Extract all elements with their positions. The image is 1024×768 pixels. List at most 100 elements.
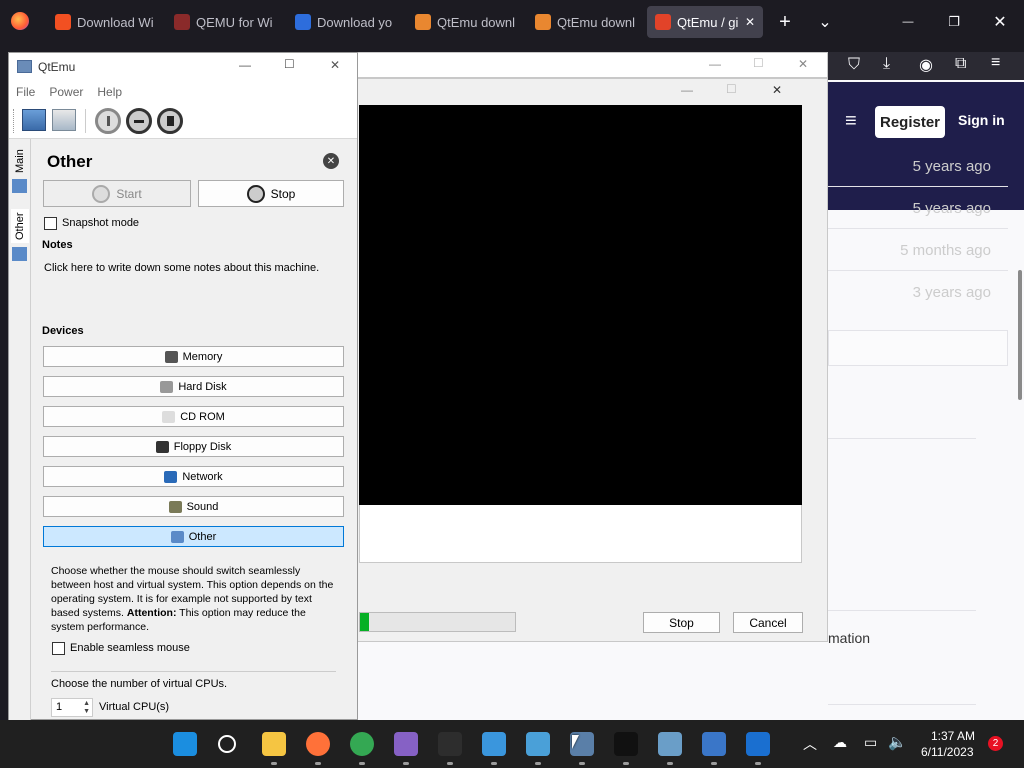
close-icon[interactable]: ✕	[772, 83, 782, 97]
seamless-mouse-checkbox[interactable]	[52, 642, 65, 655]
vm-display[interactable]	[359, 105, 802, 505]
tab-label: QtEmu downl	[437, 14, 516, 30]
start-button[interactable]: Start	[43, 180, 191, 207]
minimize-icon[interactable]: —	[709, 57, 721, 71]
computer-icon	[170, 530, 184, 543]
running-indicator	[623, 762, 629, 765]
menu-help[interactable]: Help	[97, 85, 122, 99]
device-button-other[interactable]: Other	[43, 526, 344, 547]
snapshot-mode-checkbox[interactable]	[44, 217, 57, 230]
register-button[interactable]: Register	[875, 106, 945, 138]
close-icon[interactable]: ✕	[330, 58, 340, 72]
new-tab-button[interactable]: +	[771, 8, 799, 36]
tab[interactable]: QtEmu / gi ✕	[647, 6, 763, 38]
terminal-icon[interactable]	[438, 732, 462, 756]
new-machine-icon[interactable]	[22, 109, 46, 131]
photos-icon[interactable]	[658, 732, 682, 756]
close-tab-icon[interactable]: ✕	[745, 15, 755, 29]
hamburger-menu-icon[interactable]: ≡	[845, 110, 857, 133]
device-button-memory[interactable]: Memory	[43, 346, 344, 367]
extensions-icon[interactable]: ⧉	[955, 55, 966, 73]
firefox-logo-icon[interactable]	[11, 12, 29, 30]
stop-button[interactable]: Stop	[643, 612, 720, 633]
menu-power[interactable]: Power	[49, 85, 83, 99]
clock-date[interactable]: 6/11/2023	[921, 745, 974, 759]
firefox-icon[interactable]	[306, 732, 330, 756]
vm-log-area[interactable]	[359, 505, 802, 563]
tab-other[interactable]: Other	[11, 209, 29, 243]
settings-machine-icon[interactable]	[52, 109, 76, 131]
network-status-icon[interactable]: ☁	[833, 734, 847, 751]
visual-studio-icon[interactable]	[394, 732, 418, 756]
background-window-frame: — ☐ ✕	[356, 52, 828, 78]
remote-desktop-icon[interactable]	[702, 732, 726, 756]
divider	[828, 228, 1008, 229]
device-button-sound[interactable]: Sound	[43, 496, 344, 517]
hard-disk-icon	[160, 380, 174, 393]
other-tab-icon[interactable]	[12, 247, 27, 261]
cancel-button[interactable]: Cancel	[733, 612, 803, 633]
control-panel-icon[interactable]	[482, 732, 506, 756]
network-app-icon[interactable]	[526, 732, 550, 756]
device-button-network[interactable]: Network	[43, 466, 344, 487]
maximize-icon[interactable]: ☐	[753, 56, 764, 70]
power-on-icon	[92, 184, 111, 203]
cpu-spinbox[interactable]: 1 ▲ ▼	[51, 698, 93, 717]
app-window-icon[interactable]	[746, 732, 770, 756]
downloads-icon[interactable]: ⤓	[883, 55, 890, 73]
close-panel-icon[interactable]: ✕	[323, 153, 339, 169]
close-icon[interactable]: ✕	[798, 57, 808, 71]
device-label: Network	[182, 470, 223, 483]
power-off-icon	[246, 184, 265, 203]
maximize-icon[interactable]: ☐	[284, 57, 295, 71]
minimize-icon[interactable]: —	[681, 83, 693, 97]
device-button-cd-rom[interactable]: CD ROM	[43, 406, 344, 427]
running-indicator	[271, 762, 277, 765]
time-ago: 5 months ago	[900, 242, 991, 259]
power-on-icon[interactable]	[95, 108, 121, 134]
account-icon[interactable]: ◉	[919, 55, 933, 75]
tab[interactable]: Download yo	[287, 6, 401, 38]
tab[interactable]: Download Wi	[47, 6, 161, 38]
stop-button[interactable]: Stop	[198, 180, 344, 207]
chrome-icon[interactable]	[350, 732, 374, 756]
volume-icon[interactable]: 🔈	[888, 733, 907, 751]
divider	[828, 610, 976, 611]
device-button-floppy-disk[interactable]: Floppy Disk	[43, 436, 344, 457]
search-icon[interactable]	[218, 735, 236, 753]
start-icon[interactable]	[173, 732, 197, 756]
tab-label: QtEmu / gi	[677, 14, 739, 30]
menu-icon[interactable]: ≡	[991, 54, 1000, 72]
spin-arrows-icon[interactable]: ▲ ▼	[83, 700, 90, 716]
list-all-tabs-icon[interactable]: ⌄	[811, 8, 839, 36]
pocket-icon[interactable]: ⛉	[848, 56, 860, 74]
display-icon[interactable]: ▭	[864, 734, 877, 751]
chevron-up-icon[interactable]: ︿	[803, 734, 817, 754]
notes-text[interactable]: Click here to write down some notes abou…	[44, 262, 344, 274]
divider	[828, 186, 1008, 187]
reset-icon[interactable]	[157, 108, 183, 134]
tab-main[interactable]: Main	[11, 147, 29, 175]
notification-badge[interactable]: 2	[988, 736, 1003, 751]
maximize-icon[interactable]: ☐	[726, 82, 737, 96]
running-indicator	[667, 762, 673, 765]
tab[interactable]: QEMU for Wi	[166, 6, 280, 38]
minimize-button[interactable]: —	[894, 8, 922, 36]
tab[interactable]: QtEmu downl	[407, 6, 521, 38]
maximize-button[interactable]: ❐	[940, 8, 968, 36]
scrollbar[interactable]	[1018, 270, 1022, 400]
console-icon[interactable]	[614, 732, 638, 756]
sign-in-link[interactable]: Sign in	[958, 112, 1005, 128]
power-off-icon[interactable]	[126, 108, 152, 134]
file-explorer-icon[interactable]	[262, 732, 286, 756]
main-tab-icon[interactable]	[12, 179, 27, 193]
device-button-hard-disk[interactable]: Hard Disk	[43, 376, 344, 397]
sound-icon	[168, 500, 182, 513]
clock-time[interactable]: 1:37 AM	[931, 729, 975, 743]
tab[interactable]: QtEmu downl	[527, 6, 641, 38]
minimize-icon[interactable]: —	[239, 58, 251, 72]
tab-label: Download yo	[317, 14, 393, 30]
cd-rom-icon	[162, 410, 176, 423]
menu-file[interactable]: File	[16, 85, 35, 99]
close-button[interactable]: ✕	[986, 8, 1014, 36]
